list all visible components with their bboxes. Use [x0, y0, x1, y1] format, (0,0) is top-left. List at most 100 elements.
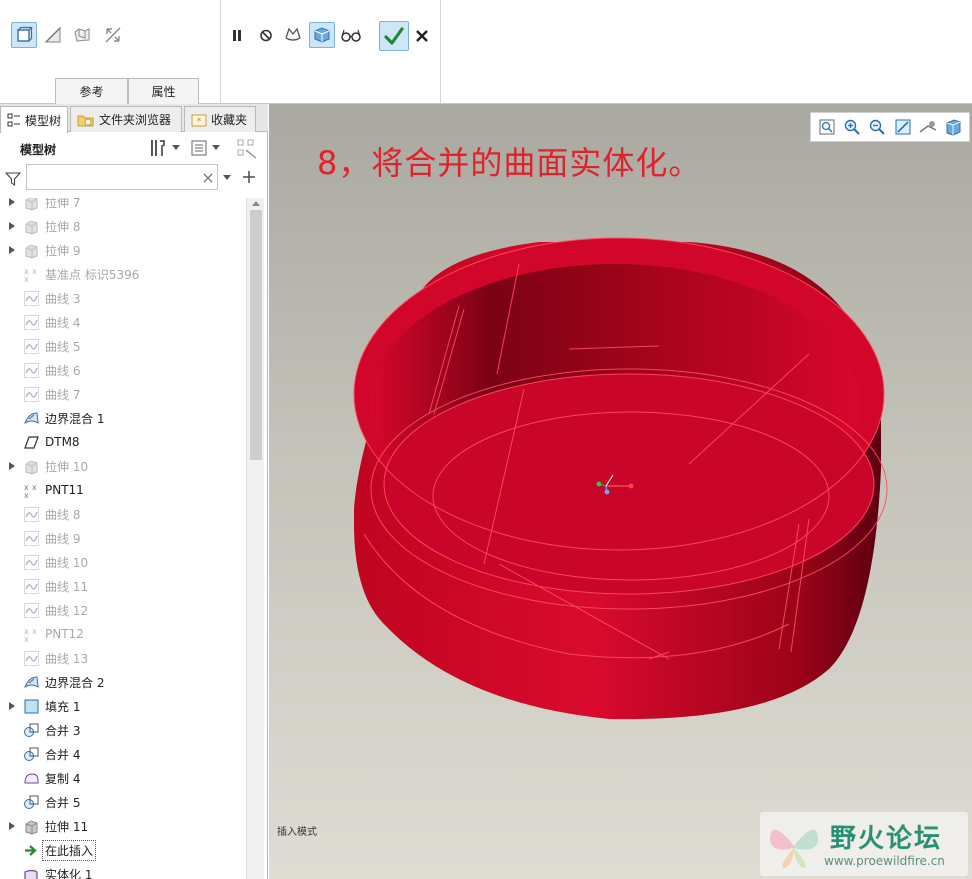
expand-arrow-icon[interactable]: [8, 198, 16, 206]
pause-button[interactable]: [224, 22, 250, 48]
insert-here-marker[interactable]: 在此插入: [0, 838, 246, 862]
scroll-up-icon[interactable]: [252, 200, 260, 206]
clear-search-icon[interactable]: [203, 173, 213, 183]
curve-icon: [23, 290, 40, 307]
repaint-button[interactable]: [893, 117, 913, 137]
ribbon: 参考 属性: [0, 0, 972, 104]
tree-item[interactable]: * 实体化 1: [0, 862, 246, 879]
tab-favorites[interactable]: * 收藏夹: [184, 106, 256, 132]
display-style-button[interactable]: [943, 117, 963, 137]
zoom-fit-icon: [819, 119, 835, 135]
solid-fill-option-button[interactable]: [11, 22, 37, 48]
filter-row: [0, 162, 268, 194]
tree-item[interactable]: 曲线 8: [0, 502, 246, 526]
expand-arrow-icon[interactable]: [8, 246, 16, 254]
remove-material-option-button[interactable]: [40, 22, 66, 48]
zoom-out-button[interactable]: [867, 117, 887, 137]
cancel-button[interactable]: [409, 23, 435, 49]
tree-filter-options-button[interactable]: [236, 138, 258, 160]
add-filter-icon[interactable]: [243, 171, 255, 183]
settings-dropdown-button[interactable]: [148, 138, 184, 158]
tree-item-label: 拉伸 8: [45, 219, 81, 234]
curve-icon: [23, 338, 40, 355]
tree-item[interactable]: 曲线 4: [0, 310, 246, 334]
no-preview-button[interactable]: [253, 22, 279, 48]
tree-item[interactable]: 拉伸 11: [0, 814, 246, 838]
tree-item[interactable]: 拉伸 7: [0, 198, 246, 214]
separate-preview-button[interactable]: [280, 22, 306, 48]
verify-preview-icon: [314, 27, 330, 43]
chevron-down-icon[interactable]: [223, 175, 231, 181]
scrollbar-thumb[interactable]: [250, 210, 262, 460]
tree-item[interactable]: 曲线 10: [0, 550, 246, 574]
patch-option-button[interactable]: [69, 22, 95, 48]
zoom-in-button[interactable]: [842, 117, 862, 137]
tree-item[interactable]: 曲线 12: [0, 598, 246, 622]
tab-references-label: 参考: [79, 85, 104, 99]
list-icon: [191, 140, 207, 156]
tab-model-tree[interactable]: 模型树: [0, 106, 68, 133]
tree-item[interactable]: 合并 5: [0, 790, 246, 814]
boundary-blend-icon: [23, 410, 40, 427]
tree-item[interactable]: 曲线 9: [0, 526, 246, 550]
expand-arrow-icon[interactable]: [8, 702, 16, 710]
tree-item[interactable]: 合并 4: [0, 742, 246, 766]
glasses-icon: [341, 29, 361, 42]
curve-icon: [23, 650, 40, 667]
tab-properties[interactable]: 属性: [128, 78, 199, 104]
tree-item[interactable]: 曲线 7: [0, 382, 246, 406]
tree-item[interactable]: 曲线 6: [0, 358, 246, 382]
tutorial-caption: 8，将合并的曲面实体化。: [317, 144, 702, 182]
tree-item-label: PNT11: [45, 483, 84, 497]
tree-item[interactable]: x x x 基准点 标识5396: [0, 262, 246, 286]
forum-watermark: 野火论坛 www.proewildfire.cn: [760, 812, 968, 876]
tree-item[interactable]: 边界混合 2: [0, 670, 246, 694]
tree-item[interactable]: 填充 1: [0, 694, 246, 718]
tab-references[interactable]: 参考: [55, 78, 128, 104]
tree-item[interactable]: 拉伸 10: [0, 454, 246, 478]
tab-properties-label: 属性: [151, 85, 176, 99]
expand-arrow-icon[interactable]: [8, 462, 16, 470]
tree-item[interactable]: 拉伸 8: [0, 214, 246, 238]
flip-direction-button[interactable]: [100, 22, 126, 48]
search-input[interactable]: [26, 164, 218, 190]
tree-item[interactable]: 边界混合 1: [0, 406, 246, 430]
datum-point-icon: xxx: [23, 482, 40, 499]
tree-item-label: 边界混合 1: [45, 411, 105, 426]
saved-orientations-button[interactable]: [918, 117, 938, 137]
favorites-icon: *: [191, 114, 207, 127]
tree-item[interactable]: 拉伸 9: [0, 238, 246, 262]
tree-scrollbar[interactable]: [246, 198, 264, 879]
show-dropdown-button[interactable]: [190, 138, 226, 158]
tree-item-label: 拉伸 10: [45, 459, 89, 474]
tree-item[interactable]: 曲线 11: [0, 574, 246, 598]
curve-icon: [23, 362, 40, 379]
tree-item[interactable]: DTM8: [0, 430, 246, 454]
tree-item-label: PNT12: [45, 627, 84, 641]
tree-item-label: 复制 4: [45, 771, 81, 786]
refit-button[interactable]: [817, 117, 837, 137]
solid-model-render[interactable]: [269, 104, 972, 879]
insert-mode-label: 插入模式: [277, 827, 317, 838]
left-panel: 模型树 文件夹浏览器 * 收藏夹 模型树 拉伸 7 拉伸 8 拉伸 9 xxx 基…: [0, 104, 268, 879]
datum-point-icon: xxx: [23, 266, 40, 283]
tree-item-label: 曲线 12: [45, 603, 89, 618]
expand-arrow-icon[interactable]: [8, 822, 16, 830]
expand-arrow-icon[interactable]: [8, 222, 16, 230]
verify-preview-button[interactable]: [309, 22, 335, 48]
tree-item[interactable]: 曲线 5: [0, 334, 246, 358]
tree-item-label: 曲线 8: [45, 507, 81, 522]
svg-text:x: x: [32, 627, 37, 636]
graphics-viewport[interactable]: 8，将合并的曲面实体化。 插入模式: [269, 104, 972, 879]
confirm-button[interactable]: [379, 21, 409, 51]
tree-item[interactable]: x x x PNT12: [0, 622, 246, 646]
glasses-preview-button[interactable]: [338, 22, 364, 48]
folder-icon: [77, 115, 94, 126]
tab-folder-browser[interactable]: 文件夹浏览器: [70, 106, 182, 132]
tree-item[interactable]: 合并 3: [0, 718, 246, 742]
tree-item[interactable]: 曲线 13: [0, 646, 246, 670]
panel-tabs: 模型树 文件夹浏览器 * 收藏夹: [0, 104, 268, 133]
tree-item[interactable]: 复制 4: [0, 766, 246, 790]
tree-item[interactable]: x x x PNT11: [0, 478, 246, 502]
tree-item[interactable]: 曲线 3: [0, 286, 246, 310]
